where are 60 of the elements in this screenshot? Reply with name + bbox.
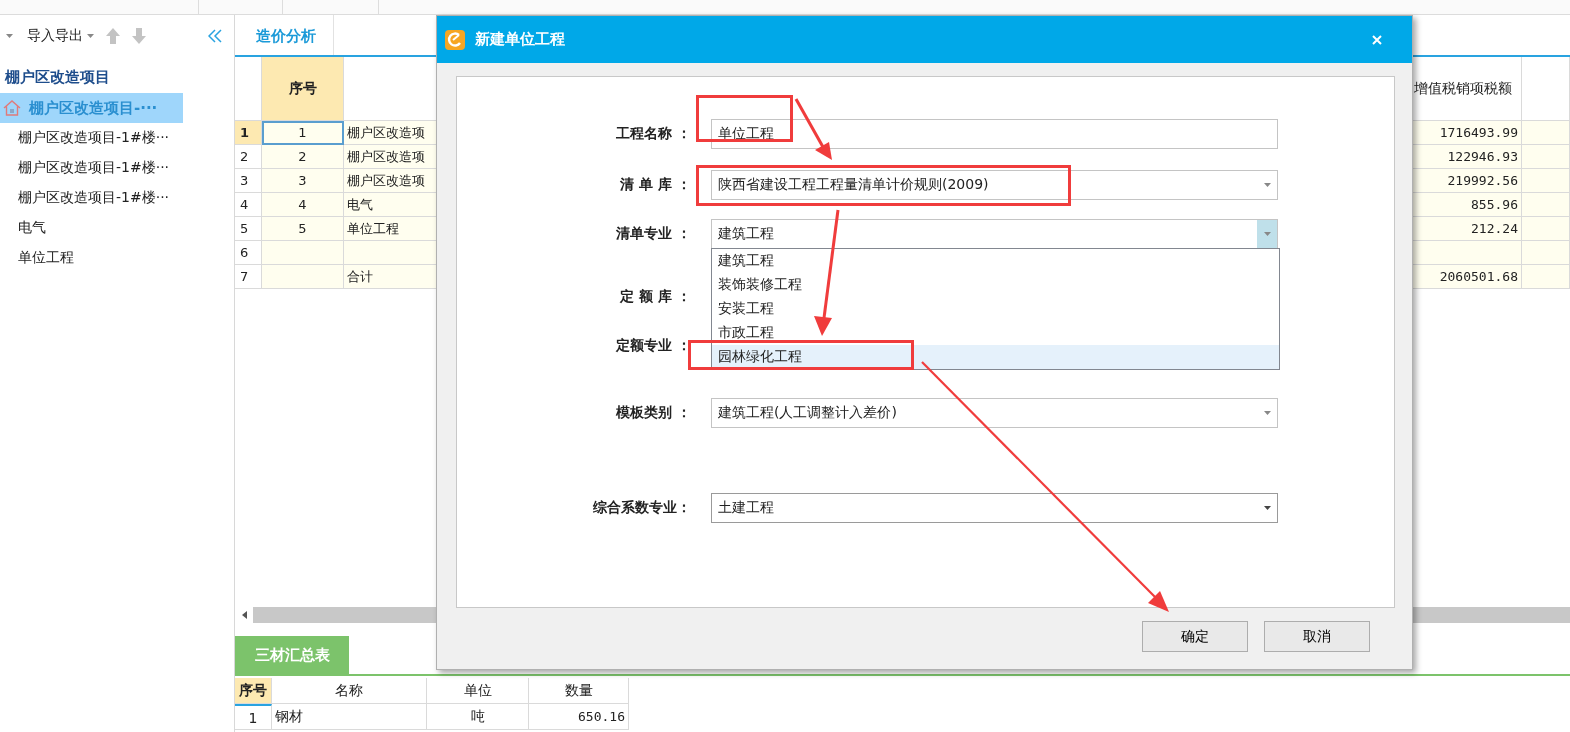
dropdown-option[interactable]: 园林绿化工程 [712, 345, 1279, 369]
arrow [794, 98, 832, 160]
table-cell [1522, 169, 1570, 193]
house-icon [3, 100, 21, 116]
field-label: 工程名称 ： [615, 125, 692, 143]
table-cell: 2 [262, 145, 344, 169]
table-cell: 650.16 [529, 704, 629, 730]
field-label: 清单专业 ： [615, 225, 692, 243]
table-cell: 吨 [427, 704, 529, 730]
table-cell: 3 [262, 169, 344, 193]
tree-item-label: 棚户区改造项目-··· [29, 98, 158, 118]
table-cell [1522, 241, 1570, 265]
caret-icon [1263, 183, 1271, 187]
table-cell: 4 [262, 193, 344, 217]
table-cell [1522, 145, 1570, 169]
menu-button[interactable]: 导入导出 [27, 27, 94, 45]
table-cell [1522, 121, 1570, 145]
table-cell [1522, 265, 1570, 289]
caret-icon [1263, 232, 1271, 236]
column-header: 序号 [235, 678, 272, 704]
field-label: 模板类别 ： [615, 404, 692, 422]
column-header: 名称 [272, 678, 427, 704]
tree-item[interactable]: 棚户区改造项目-1#楼··· [0, 123, 234, 153]
dialog-button[interactable]: 确定 [1142, 621, 1248, 652]
dialog-button[interactable]: 取消 [1264, 621, 1370, 652]
app-logo-icon [445, 29, 465, 50]
table-cell [1522, 193, 1570, 217]
tree-item[interactable]: 棚户区改造项目-1#楼··· [0, 183, 234, 213]
caret-icon [1263, 411, 1271, 415]
dialog-title: 新建单位工程 [475, 30, 565, 49]
tree-item[interactable]: 单位工程 [0, 243, 234, 273]
column-header: 序号 [262, 57, 344, 121]
close-icon[interactable] [1372, 34, 1382, 45]
field-label: 综合系数专业： [592, 499, 692, 517]
tree-item[interactable]: 棚户区改造项目 [0, 61, 234, 93]
table-cell: 5 [262, 217, 344, 241]
field-label: 清 单 库 ： [619, 176, 692, 194]
column-header: 单位 [427, 678, 529, 704]
row-number: 1 [235, 121, 262, 145]
caret-icon [1263, 506, 1271, 510]
caret-icon [87, 34, 94, 38]
column-header: 数量 [529, 678, 629, 704]
caret-icon[interactable] [6, 34, 13, 38]
table-cell: 1 [262, 121, 344, 145]
input-field[interactable]: 单位工程 [711, 119, 1278, 149]
tree-item[interactable]: 电气 [0, 213, 234, 243]
table-cell: 钢材 [272, 704, 427, 730]
tree-item[interactable]: 棚户区改造项目-1#楼··· [0, 153, 234, 183]
dropdown-option[interactable]: 安装工程 [712, 297, 1279, 321]
up-arrow-icon[interactable] [106, 28, 120, 44]
dropdown-option[interactable]: 市政工程 [712, 321, 1279, 345]
down-arrow-icon[interactable] [132, 28, 146, 44]
collapse-icon[interactable] [208, 29, 222, 43]
table-cell: 1 [235, 704, 272, 730]
field-label: 定 额 库 ： [619, 288, 692, 306]
dropdown-field[interactable]: 土建工程 [711, 493, 1278, 523]
dropdown-field[interactable]: 陕西省建设工程工程量清单计价规则(2009) [711, 170, 1278, 200]
field-label: 定额专业 ： [615, 337, 692, 355]
table-cell [1522, 217, 1570, 241]
dropdown-field[interactable]: 建筑工程(人工调整计入差价) [711, 398, 1278, 428]
